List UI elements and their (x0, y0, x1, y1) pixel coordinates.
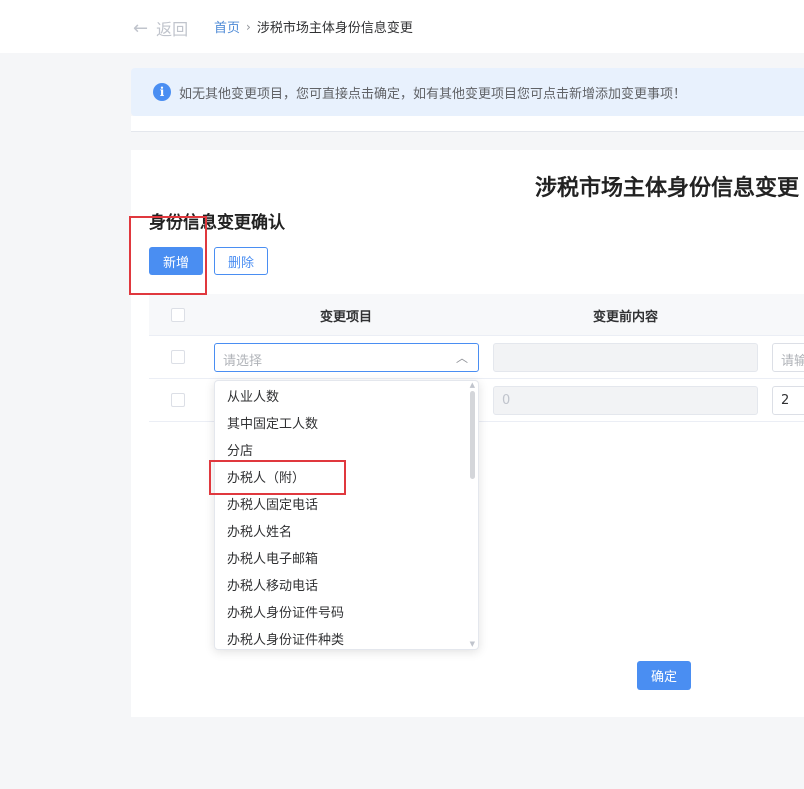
delete-button[interactable]: 删除 (214, 247, 268, 275)
confirm-button[interactable]: 确定 (637, 661, 691, 690)
info-icon: i (153, 83, 171, 101)
dropdown-option[interactable]: 办税人身份证件号码 (215, 600, 465, 627)
before-content-field: 0 (493, 386, 758, 415)
breadcrumb-current: 涉税市场主体身份信息变更 (256, 21, 413, 36)
breadcrumb-separator: › (246, 19, 251, 34)
notice-text: 如无其他变更项目，您可直接点击确定，如有其他变更项目您可点击新增添加变更事项！ (179, 86, 687, 102)
top-bar: ← 返回 首页 › 涉税市场主体身份信息变更 (0, 0, 804, 53)
change-item-select[interactable]: 请选择 ︿ (214, 343, 479, 372)
scroll-up-icon[interactable]: ▲ (470, 381, 475, 389)
dropdown-option[interactable]: 从业人数 (215, 384, 465, 411)
row-checkbox[interactable] (171, 393, 185, 407)
dropdown-option[interactable]: 办税人固定电话 (215, 492, 465, 519)
before-content-field (493, 343, 758, 372)
arrow-left-icon: ← (133, 17, 149, 39)
annotation-box-option (209, 460, 346, 495)
column-header-change-item: 变更项目 (320, 310, 373, 325)
dropdown-option[interactable]: 办税人移动电话 (215, 573, 465, 600)
back-label: 返回 (156, 20, 189, 39)
notice-spacer (131, 116, 804, 132)
dropdown-option[interactable]: 办税人姓名 (215, 519, 465, 546)
column-header-before-content: 变更前内容 (593, 310, 659, 325)
breadcrumb: 首页 › 涉税市场主体身份信息变更 (214, 17, 413, 37)
page-title: 涉税市场主体身份信息变更 (535, 176, 800, 201)
change-item-dropdown: 从业人数 其中固定工人数 分店 办税人（附） 办税人固定电话 办税人姓名 办税人… (214, 380, 479, 650)
row-checkbox[interactable] (171, 350, 185, 364)
select-all-checkbox[interactable] (171, 308, 185, 322)
breadcrumb-home-link[interactable]: 首页 (214, 17, 240, 36)
dropdown-option[interactable]: 其中固定工人数 (215, 411, 465, 438)
info-notice: i 如无其他变更项目，您可直接点击确定，如有其他变更项目您可点击新增添加变更事项… (131, 68, 804, 116)
dropdown-option[interactable]: 办税人电子邮箱 (215, 546, 465, 573)
back-button[interactable]: ← 返回 (133, 16, 188, 40)
chevron-up-icon: ︿ (455, 351, 468, 365)
dropdown-option[interactable]: 办税人身份证件种类 (215, 627, 465, 649)
after-content-input[interactable]: 2 (772, 386, 804, 415)
table-header: 变更项目 变更前内容 (149, 294, 804, 336)
annotation-box-add (129, 216, 207, 295)
table-row: 请选择 ︿ 请输 (149, 336, 804, 379)
after-content-input[interactable]: 请输 (772, 343, 804, 372)
dropdown-scrollbar[interactable] (470, 391, 475, 479)
select-placeholder: 请选择 (223, 354, 263, 369)
scroll-down-icon[interactable]: ▼ (470, 640, 475, 648)
